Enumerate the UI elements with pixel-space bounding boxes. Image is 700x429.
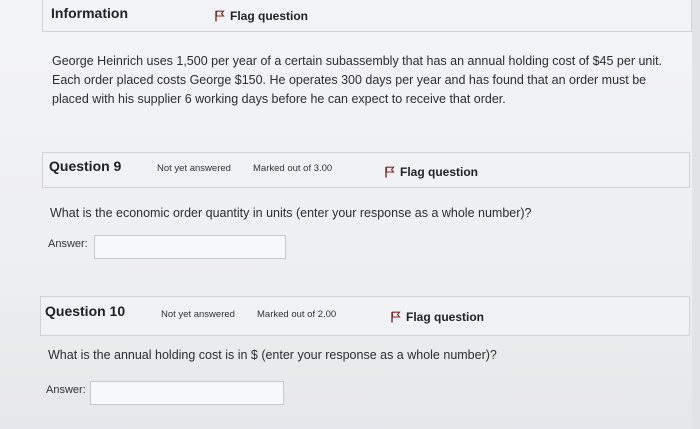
question-9-text: What is the economic order quantity in u… xyxy=(50,206,532,220)
information-header: Information Flag question xyxy=(42,0,692,32)
question-9-flag-label: Flag question xyxy=(400,165,478,179)
question-10-answer-input[interactable] xyxy=(90,381,284,405)
information-text: George Heinrich uses 1,500 per year of a… xyxy=(52,54,663,106)
question-10-status: Not yet answered xyxy=(161,309,235,320)
question-9-marks: Marked out of 3.00 xyxy=(253,163,333,174)
flag-icon xyxy=(215,10,225,22)
information-flag-question[interactable]: Flag question xyxy=(215,9,308,23)
page-edge xyxy=(692,0,700,429)
question-9-answer-label: Answer: xyxy=(48,238,88,250)
question-10-answer-label: Answer: xyxy=(46,384,86,396)
question-10-header: Question 10 Not yet answered Marked out … xyxy=(40,296,690,336)
question-9-status: Not yet answered xyxy=(157,163,231,174)
question-10-title: Question 10 xyxy=(45,303,126,319)
flag-icon xyxy=(391,311,401,323)
information-title: Information xyxy=(51,5,128,21)
question-10-marks: Marked out of 2.00 xyxy=(257,309,337,320)
quiz-page: Information Flag question George Heinric… xyxy=(0,0,700,429)
question-9-answer-input[interactable] xyxy=(94,235,286,259)
question-9-flag-question[interactable]: Flag question xyxy=(385,165,478,179)
question-10-flag-question[interactable]: Flag question xyxy=(391,310,484,324)
information-flag-label: Flag question xyxy=(230,9,308,23)
question-10-text: What is the annual holding cost is in $ … xyxy=(48,348,497,362)
question-10-flag-label: Flag question xyxy=(406,310,484,324)
question-9-header: Question 9 Not yet answered Marked out o… xyxy=(42,152,690,188)
flag-icon xyxy=(385,166,395,178)
question-9-title: Question 9 xyxy=(49,158,122,174)
